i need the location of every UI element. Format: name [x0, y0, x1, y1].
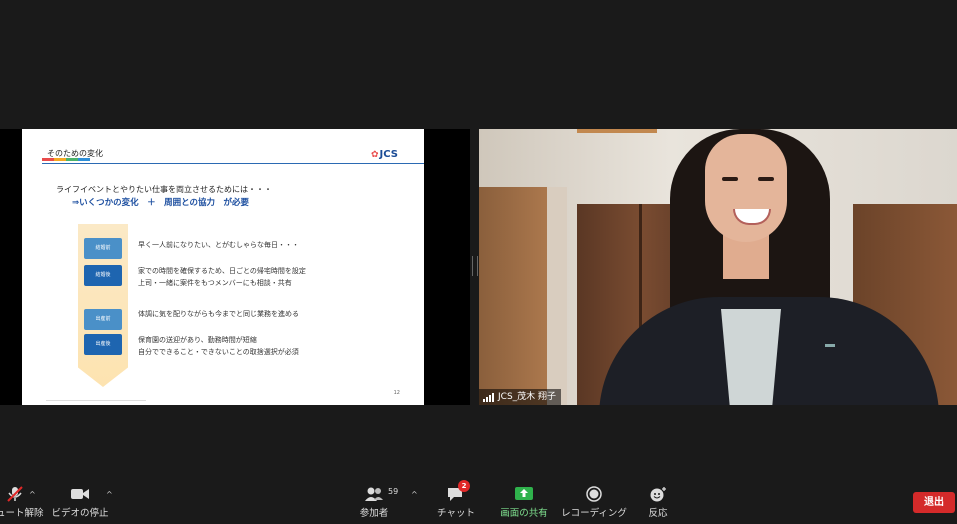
record-icon: [584, 486, 604, 502]
chat-button[interactable]: 2 チャット: [436, 476, 476, 524]
slide-text-line: 体調に気を配りながらも今までと同じ業務を進める: [138, 310, 299, 318]
person-eye: [722, 177, 738, 181]
audio-options-caret-icon[interactable]: ^: [29, 490, 36, 499]
share-letterbox-right: [424, 129, 470, 405]
participant-video[interactable]: [479, 129, 957, 405]
stage-chip: 結婚後: [84, 265, 122, 286]
background-door-gap: [547, 187, 567, 405]
slide-text-line: 保育園の送迎があり、勤務時間が短縮: [138, 336, 257, 344]
shared-screen-slide: そのための変化 ✿JCS ライフイベントとやりたい仕事を両立させるためには・・・…: [22, 129, 424, 405]
video-camera-icon: [70, 486, 90, 502]
slide-color-stripe: [42, 158, 90, 161]
slide-logo: ✿JCS: [371, 149, 398, 160]
unmute-button[interactable]: ミュート解除: [0, 476, 52, 524]
participants-button[interactable]: 59 参加者: [352, 476, 398, 524]
slide-intro: ライフイベントとやりたい仕事を両立させるためには・・・: [56, 185, 272, 194]
stage-chip: 出産後: [84, 334, 122, 355]
chat-bubble-icon: 2: [446, 480, 470, 502]
participants-label: 参加者: [359, 508, 389, 519]
participants-count: 59: [388, 487, 399, 496]
connection-signal-icon: [483, 392, 494, 402]
share-screen-button[interactable]: 画面の共有: [496, 476, 552, 524]
person-face: [705, 134, 787, 242]
slide-title-rule: [42, 163, 424, 164]
record-label: レコーディング: [561, 508, 627, 519]
slide-text-line: 早く一人前になりたい、とがむしゃらな毎日・・・: [138, 241, 299, 249]
chat-label: チャット: [437, 508, 475, 519]
slide-page-number: 12: [393, 390, 400, 396]
chat-unread-badge: 2: [458, 480, 470, 492]
participants-options-caret-icon[interactable]: ^: [411, 490, 418, 499]
emoji-reaction-icon: [648, 486, 668, 502]
slide-emphasis: ⇒いくつかの変化 ＋ 周囲との協力 が必要: [72, 198, 250, 208]
meeting-toolbar: ミュート解除 ^ ビデオの停止 ^ 59 参加者 ^ 2 チャッ: [0, 476, 957, 524]
logo-mark-icon: ✿: [371, 150, 379, 160]
leave-meeting-button[interactable]: 退出: [913, 492, 955, 513]
person-shirt: [721, 309, 781, 405]
stop-video-button[interactable]: ビデオの停止: [48, 476, 112, 524]
unmute-label: ミュート解除: [0, 508, 44, 519]
participants-icon: 59: [364, 486, 398, 502]
share-letterbox-left: [0, 129, 22, 405]
participant-name-tag: JCS_茂木 翔子: [479, 389, 562, 405]
record-button[interactable]: レコーディング: [561, 476, 627, 524]
lapel-pin: [825, 344, 835, 347]
stage-chip: 出産前: [84, 309, 122, 330]
reactions-button[interactable]: 反応: [640, 476, 676, 524]
slide-footer-rule: [46, 400, 146, 401]
slide-text-line: 上司・一緒に案件をもつメンバーにも相談・共有: [138, 279, 292, 287]
split-drag-handle[interactable]: [472, 256, 478, 276]
reactions-label: 反応: [648, 508, 668, 519]
stop-video-label: ビデオの停止: [51, 508, 109, 519]
logo-text: JCS: [379, 149, 398, 160]
stage-chip: 結婚前: [84, 238, 122, 259]
person-eye: [758, 177, 774, 181]
muted-mic-icon: [5, 486, 25, 502]
slide-text-line: 家での時間を確保するため、日ごとの帰宅時間を設定: [138, 267, 306, 275]
participant-name: JCS_茂木 翔子: [498, 392, 557, 402]
video-options-caret-icon[interactable]: ^: [106, 490, 113, 499]
share-screen-label: 画面の共有: [500, 508, 548, 519]
background-shelf: [577, 129, 657, 133]
share-screen-icon: [514, 486, 534, 502]
slide-text-line: 自分でできること・できないことの取捨選択が必須: [138, 348, 299, 356]
